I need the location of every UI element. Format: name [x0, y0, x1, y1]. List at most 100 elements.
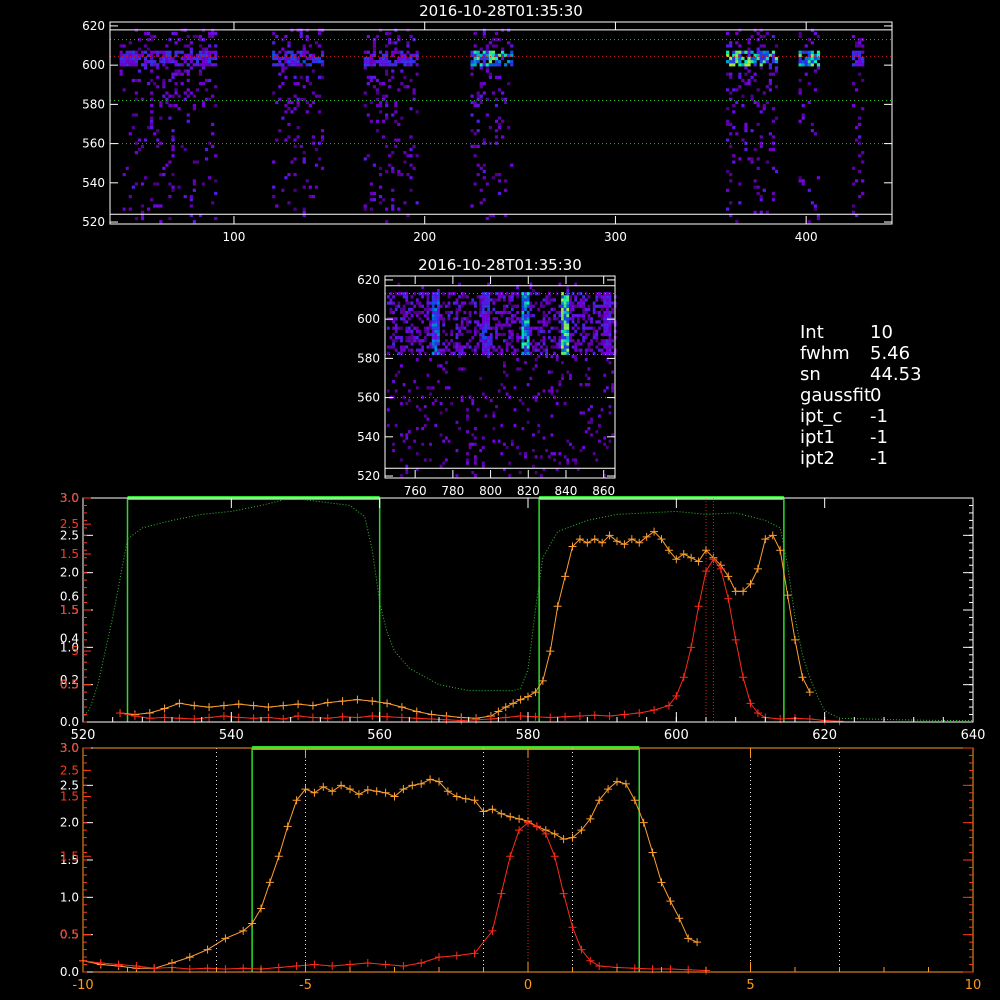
- heatmap-pixel: [466, 430, 469, 434]
- heatmap-pixel: [485, 44, 489, 48]
- heatmap-pixel: [372, 60, 377, 64]
- heatmap-pixel: [305, 75, 309, 79]
- heatmap-pixel: [804, 50, 808, 54]
- heatmap-pixel: [858, 60, 862, 64]
- heatmap-pixel: [405, 433, 409, 437]
- heatmap-pixel: [278, 50, 282, 54]
- heatmap-pixel: [156, 129, 160, 133]
- heatmap-pixel: [561, 295, 564, 299]
- heatmap-pixel: [759, 210, 763, 214]
- heatmap-1-xtick-label: 800: [479, 484, 502, 498]
- heatmap-pixel: [204, 147, 209, 152]
- heatmap-pixel: [489, 332, 493, 337]
- heatmap-pixel: [431, 314, 435, 318]
- heatmap-pixel: [434, 301, 438, 305]
- heatmap-pixel: [471, 301, 475, 305]
- info-line-fwhm: fwhm 5.46: [800, 343, 911, 364]
- heatmap-pixel: [569, 373, 572, 377]
- heatmap-pixel: [558, 339, 562, 343]
- heatmap-pixel: [756, 191, 760, 196]
- line-3-orange-plus-marker: [426, 775, 435, 784]
- heatmap-pixel: [579, 342, 583, 346]
- heatmap-pixel: [482, 34, 486, 39]
- heatmap-pixel: [547, 310, 551, 315]
- heatmap-pixel: [198, 63, 203, 67]
- heatmap-pixel: [468, 445, 472, 450]
- heatmap-pixel: [214, 56, 218, 61]
- heatmap-pixel: [500, 332, 504, 337]
- heatmap-pixel: [463, 301, 467, 305]
- heatmap-pixel: [153, 50, 157, 54]
- heatmap-pixel: [162, 56, 166, 61]
- heatmap-pixel: [290, 60, 294, 64]
- heatmap-pixel: [147, 60, 151, 64]
- heatmap-pixel: [485, 113, 489, 117]
- heatmap-pixel: [762, 107, 766, 111]
- heatmap-pixel: [394, 60, 398, 64]
- heatmap-pixel: [571, 458, 575, 462]
- heatmap-pixel: [532, 464, 535, 468]
- line-3-orange-plus-marker: [257, 904, 265, 913]
- heatmap-pixel: [278, 60, 282, 64]
- heatmap-pixel: [561, 345, 564, 349]
- heatmap-pixel: [747, 56, 751, 61]
- heatmap-pixel: [458, 326, 461, 330]
- heatmap-pixel: [595, 336, 599, 340]
- heatmap-pixel: [756, 56, 760, 61]
- line-2-orange-plus-marker: [783, 591, 792, 600]
- heatmap-pixel: [293, 144, 297, 148]
- heatmap-pixel: [491, 50, 496, 54]
- heatmap-pixel: [442, 461, 446, 465]
- heatmap-pixel: [510, 295, 514, 299]
- heatmap-pixel: [590, 342, 593, 346]
- heatmap-pixel: [801, 63, 805, 67]
- heatmap-pixel: [529, 329, 533, 333]
- heatmap-pixel: [851, 182, 856, 186]
- heatmap-pixel: [473, 348, 477, 352]
- heatmap-pixel: [400, 310, 403, 315]
- heatmap-pixel: [137, 147, 142, 152]
- heatmap-pixel: [494, 53, 499, 57]
- heatmap-pixel: [492, 298, 496, 302]
- heatmap-pixel: [198, 56, 203, 61]
- heatmap-pixel: [508, 310, 512, 315]
- heatmap-pixel: [128, 56, 132, 61]
- heatmap-pixel: [296, 100, 300, 105]
- heatmap-pixel: [582, 339, 585, 343]
- heatmap-pixel: [458, 354, 461, 359]
- heatmap-pixel: [526, 342, 530, 346]
- heatmap-pixel: [386, 326, 390, 330]
- heatmap-pixel: [272, 194, 276, 199]
- heatmap-pixel: [458, 342, 461, 346]
- heatmap-pixel: [608, 304, 612, 308]
- heatmap-pixel: [372, 50, 377, 54]
- heatmap-pixel: [284, 110, 288, 114]
- heatmap-pixel: [513, 386, 517, 390]
- heatmap-pixel: [156, 138, 160, 142]
- heatmap-pixel: [774, 60, 779, 64]
- heatmap-pixel: [180, 63, 184, 67]
- heatmap-pixel: [397, 56, 401, 61]
- heatmap-pixel: [476, 144, 480, 148]
- heatmap-pixel: [542, 298, 546, 302]
- heatmap-pixel: [363, 56, 367, 61]
- heatmap-pixel: [434, 345, 438, 349]
- heatmap-pixel: [521, 339, 525, 343]
- heatmap-pixel: [759, 66, 763, 70]
- heatmap-pixel: [569, 304, 572, 308]
- heatmap-pixel: [566, 323, 570, 327]
- heatmap-pixel: [810, 53, 814, 57]
- heatmap-pixel: [409, 107, 413, 111]
- heatmap-pixel: [595, 298, 599, 302]
- heatmap-pixel: [534, 357, 538, 362]
- heatmap-pixel: [484, 304, 488, 308]
- heatmap-pixel: [366, 56, 370, 61]
- heatmap-pixel: [605, 292, 609, 296]
- heatmap-pixel: [747, 50, 751, 54]
- heatmap-pixel: [192, 160, 196, 164]
- heatmap-pixel: [466, 452, 469, 456]
- heatmap-pixel: [311, 56, 315, 61]
- heatmap-pixel: [372, 41, 377, 45]
- line-2-red-plus-marker: [412, 714, 421, 723]
- heatmap-pixel: [369, 78, 373, 83]
